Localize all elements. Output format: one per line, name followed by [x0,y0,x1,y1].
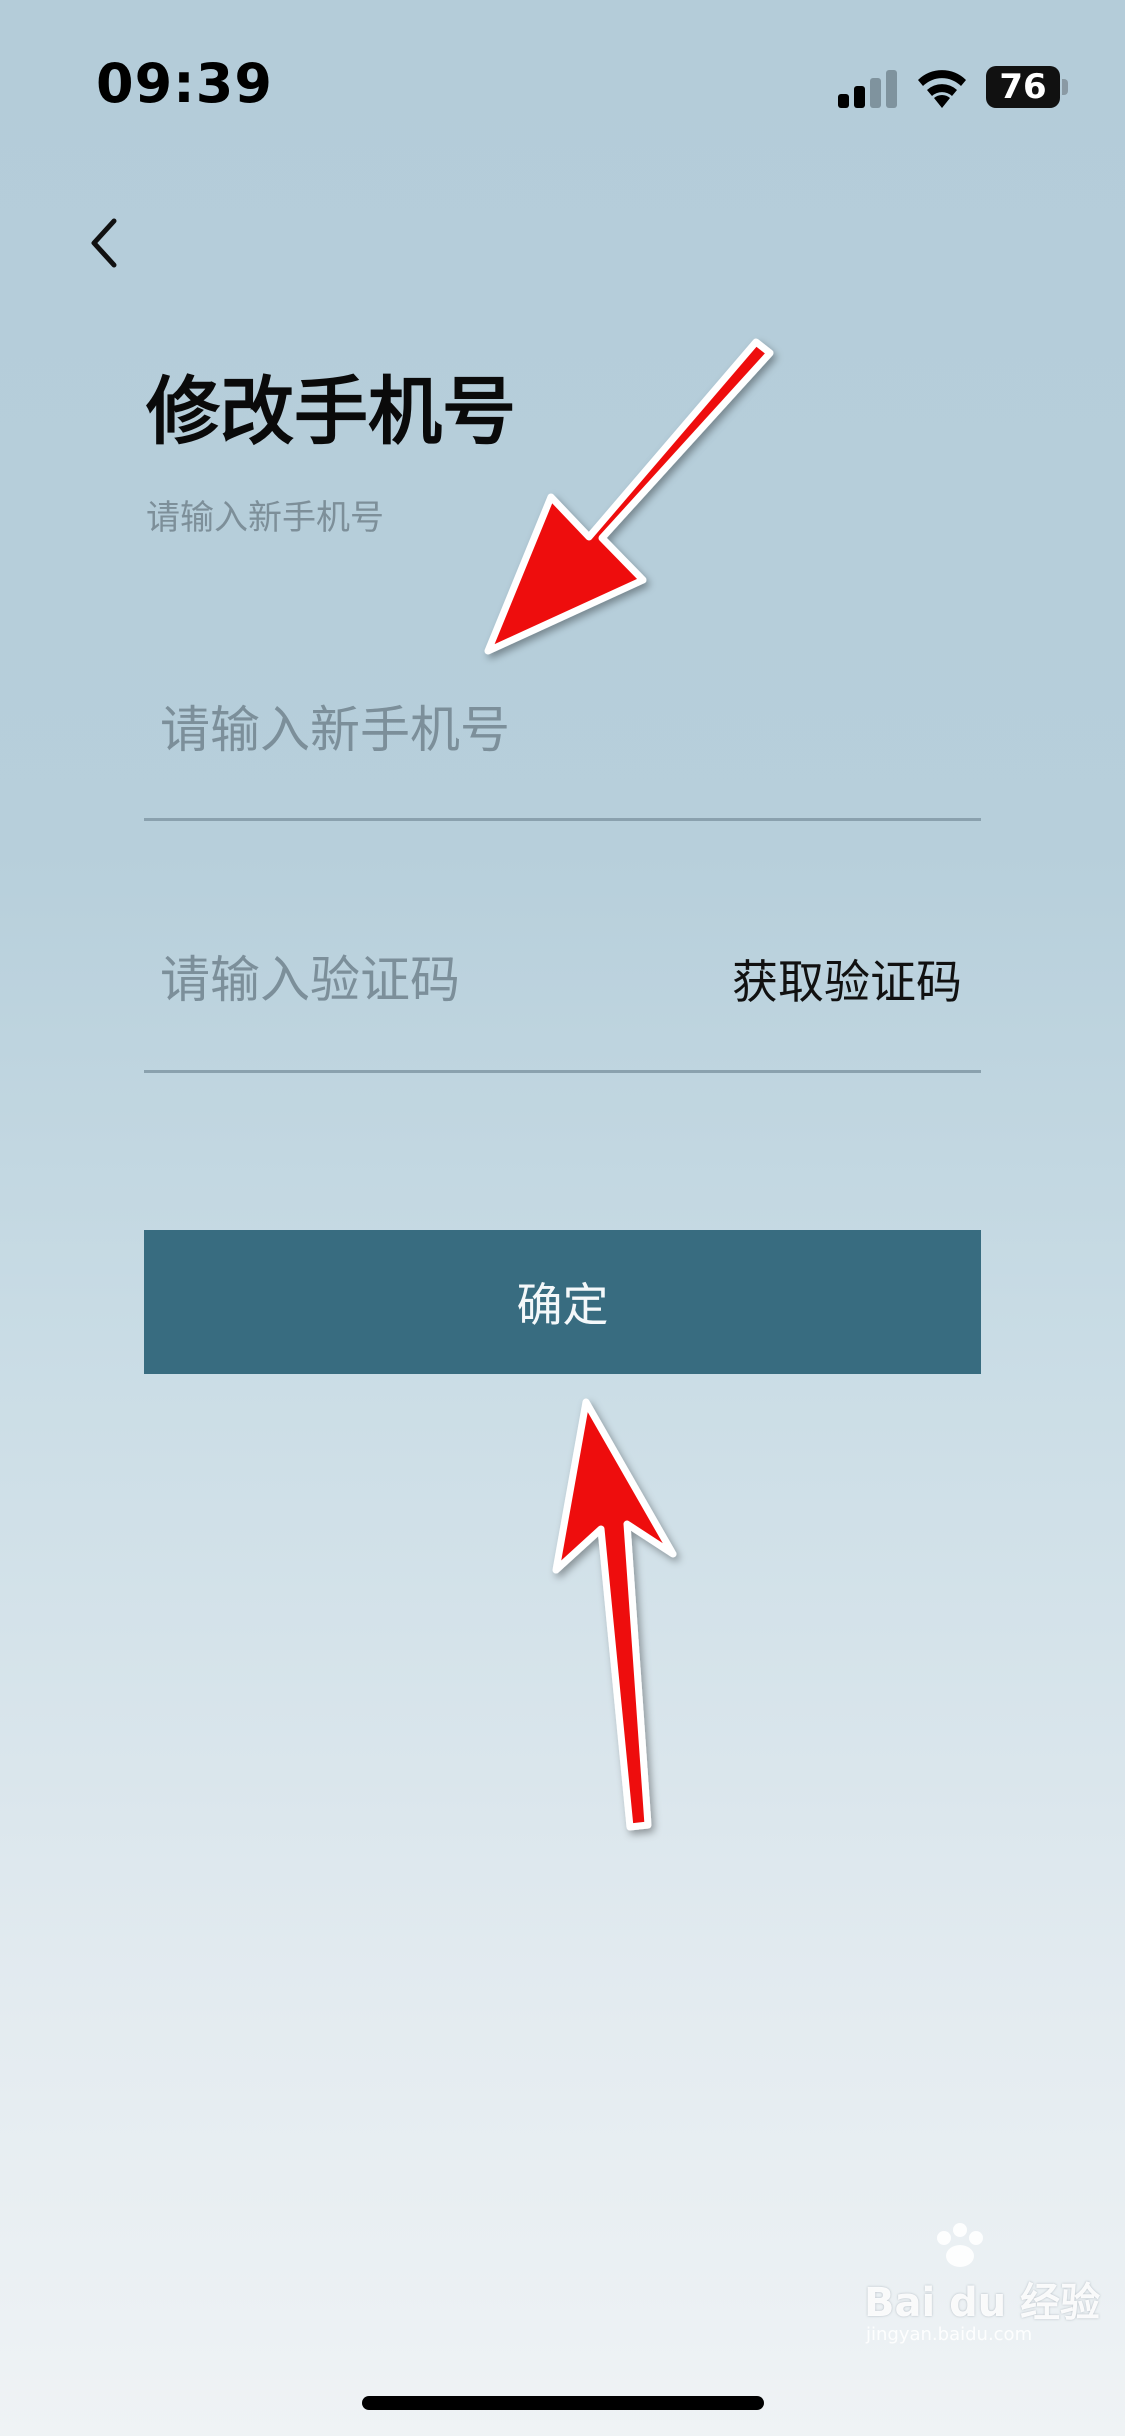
baidu-jingyan-watermark: Bai du 经验 jingyan.baidu.com [860,2220,1100,2345]
verification-code-input[interactable] [146,930,680,1030]
new-phone-input[interactable] [146,680,990,780]
battery-level: 76 [999,67,1047,107]
chevron-left-icon [91,218,117,268]
status-time: 09:39 [96,52,273,115]
get-code-button[interactable]: 获取验证码 [700,942,980,1022]
status-bar: 09:39 76 [0,0,1125,150]
annotation-arrows [484,338,774,1831]
code-input-divider [144,1070,981,1073]
battery-icon: 76 [986,66,1068,108]
phone-input-divider [144,818,981,821]
back-button[interactable] [80,205,140,275]
battery-tip [1062,79,1068,95]
page-title: 修改手机号 [146,369,516,455]
paw-logo-icon [937,2223,983,2267]
home-indicator[interactable] [362,2396,764,2410]
arrow-to-confirm-button-icon [552,1398,677,1831]
watermark-url: jingyan.baidu.com [866,2324,1033,2345]
arrow-to-phone-input-icon [484,338,774,655]
battery-body: 76 [986,66,1060,108]
confirm-button[interactable]: 确定 [144,1230,981,1374]
wifi-icon [918,70,966,108]
signal-icon [838,70,897,108]
watermark-brand: Bai du 经验 [864,2280,1101,2326]
page-subtitle: 请输入新手机号 [146,498,384,538]
